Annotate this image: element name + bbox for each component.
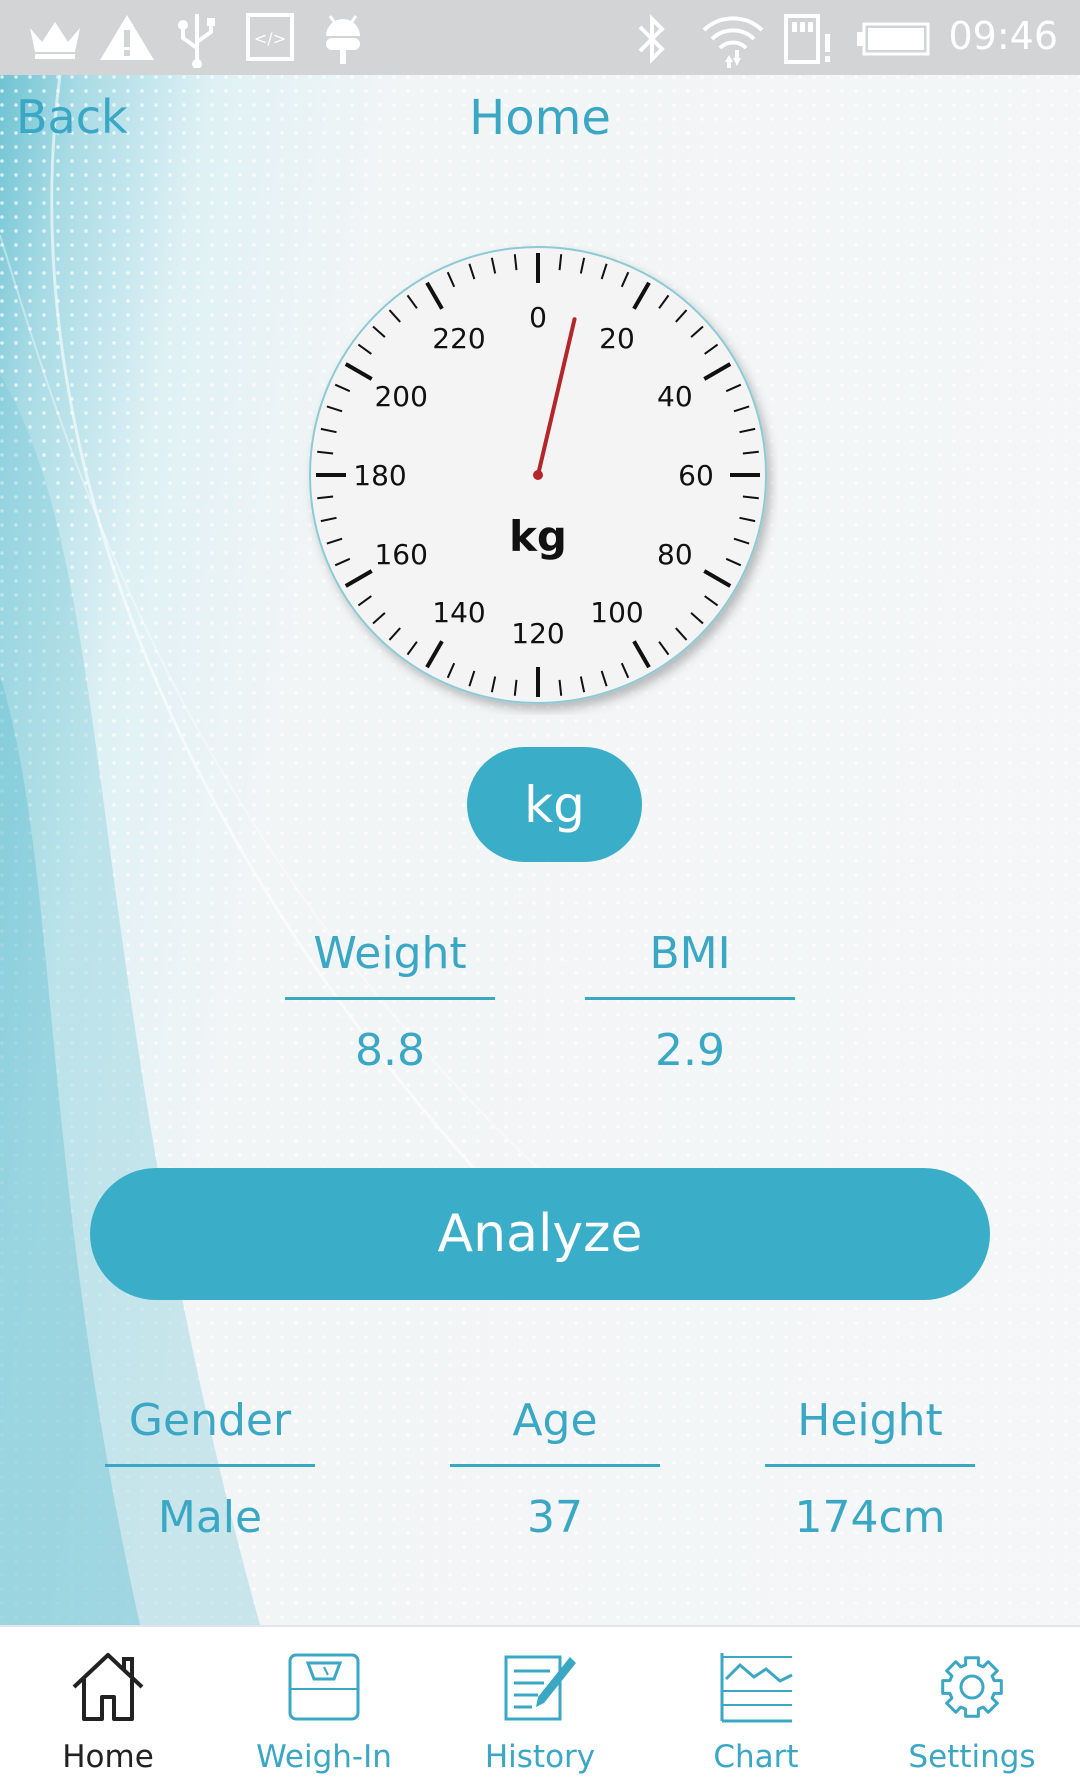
gender-divider [105, 1464, 315, 1467]
page-title: Home [469, 90, 611, 146]
battery-icon [857, 22, 930, 56]
bmi-value: 2.9 [655, 1025, 725, 1076]
gauge-scale-label: 200 [374, 380, 427, 413]
gauge-scale-label: 160 [374, 538, 427, 571]
gauge-scale-label: 220 [432, 322, 485, 355]
wifi-icon [702, 16, 764, 68]
usb-icon [178, 14, 215, 68]
weight-label: Weight [313, 928, 467, 979]
status-time: 09:46 [948, 14, 1058, 58]
history-icon [504, 1655, 576, 1721]
gauge-scale-label: 0 [529, 301, 547, 334]
age-divider [450, 1464, 660, 1467]
weight-divider [285, 997, 495, 1000]
nav-label-history: History [484, 1739, 596, 1775]
unit-toggle-button[interactable]: kg [467, 747, 642, 862]
gauge-unit-label: kg [509, 512, 567, 561]
height-divider [765, 1464, 975, 1467]
bmi-stat: BMI 2.9 [585, 923, 795, 1078]
home-icon [72, 1653, 144, 1721]
nav-item-weigh-in[interactable]: Weigh-In [216, 1627, 432, 1779]
weight-gauge: 0 20 40 60 80 100 120 140 160 180 200 220 kg [298, 235, 778, 715]
nav-item-settings[interactable]: Settings [864, 1627, 1080, 1779]
gauge-scale-label: 180 [353, 459, 406, 492]
height-value: 174cm [794, 1492, 946, 1543]
nav-label-settings: Settings [908, 1739, 1036, 1775]
nav-label-chart: Chart [713, 1739, 799, 1775]
gauge-scale-label: 80 [657, 538, 693, 571]
bluetooth-icon [638, 14, 665, 64]
gauge-scale-label: 100 [590, 596, 643, 629]
gauge-scale-label: 20 [599, 322, 635, 355]
gauge-scale-label: 120 [511, 617, 564, 650]
gauge-pivot [533, 470, 543, 480]
gauge-scale-label: 40 [657, 380, 693, 413]
gauge-scale-label: 140 [432, 596, 485, 629]
sd-card-alert-icon [784, 14, 830, 64]
bmi-divider [585, 997, 795, 1000]
nav-item-home[interactable]: Home [0, 1627, 216, 1779]
bmi-label: BMI [649, 928, 731, 979]
height-label: Height [797, 1395, 943, 1446]
warning-icon [100, 15, 154, 60]
bottom-nav: Home Weigh-In History Chart Settings [0, 1625, 1080, 1779]
status-bar: </> 09:46 [0, 0, 1080, 75]
scale-icon [288, 1653, 360, 1721]
svg-text:</>: </> [254, 29, 286, 48]
android-icon [326, 15, 360, 64]
height-stat[interactable]: Height 174cm [765, 1390, 975, 1545]
analyze-button[interactable]: Analyze [90, 1168, 990, 1300]
gender-stat[interactable]: Gender Male [105, 1390, 315, 1545]
gender-value: Male [157, 1492, 263, 1543]
settings-icon [941, 1656, 1003, 1718]
chart-icon [720, 1653, 793, 1723]
gauge-scale-label: 60 [678, 459, 714, 492]
nav-label-home: Home [62, 1739, 154, 1775]
weight-value: 8.8 [355, 1025, 425, 1076]
age-value: 37 [527, 1492, 583, 1543]
crown-icon [30, 22, 80, 59]
gender-label: Gender [128, 1395, 292, 1446]
age-stat[interactable]: Age 37 [450, 1390, 660, 1545]
age-label: Age [512, 1395, 598, 1446]
nav-item-chart[interactable]: Chart [648, 1627, 864, 1779]
nav-label-weigh-in: Weigh-In [256, 1739, 392, 1775]
nav-item-history[interactable]: History [432, 1627, 648, 1779]
weight-stat: Weight 8.8 [285, 923, 495, 1078]
code-icon: </> [246, 13, 294, 61]
